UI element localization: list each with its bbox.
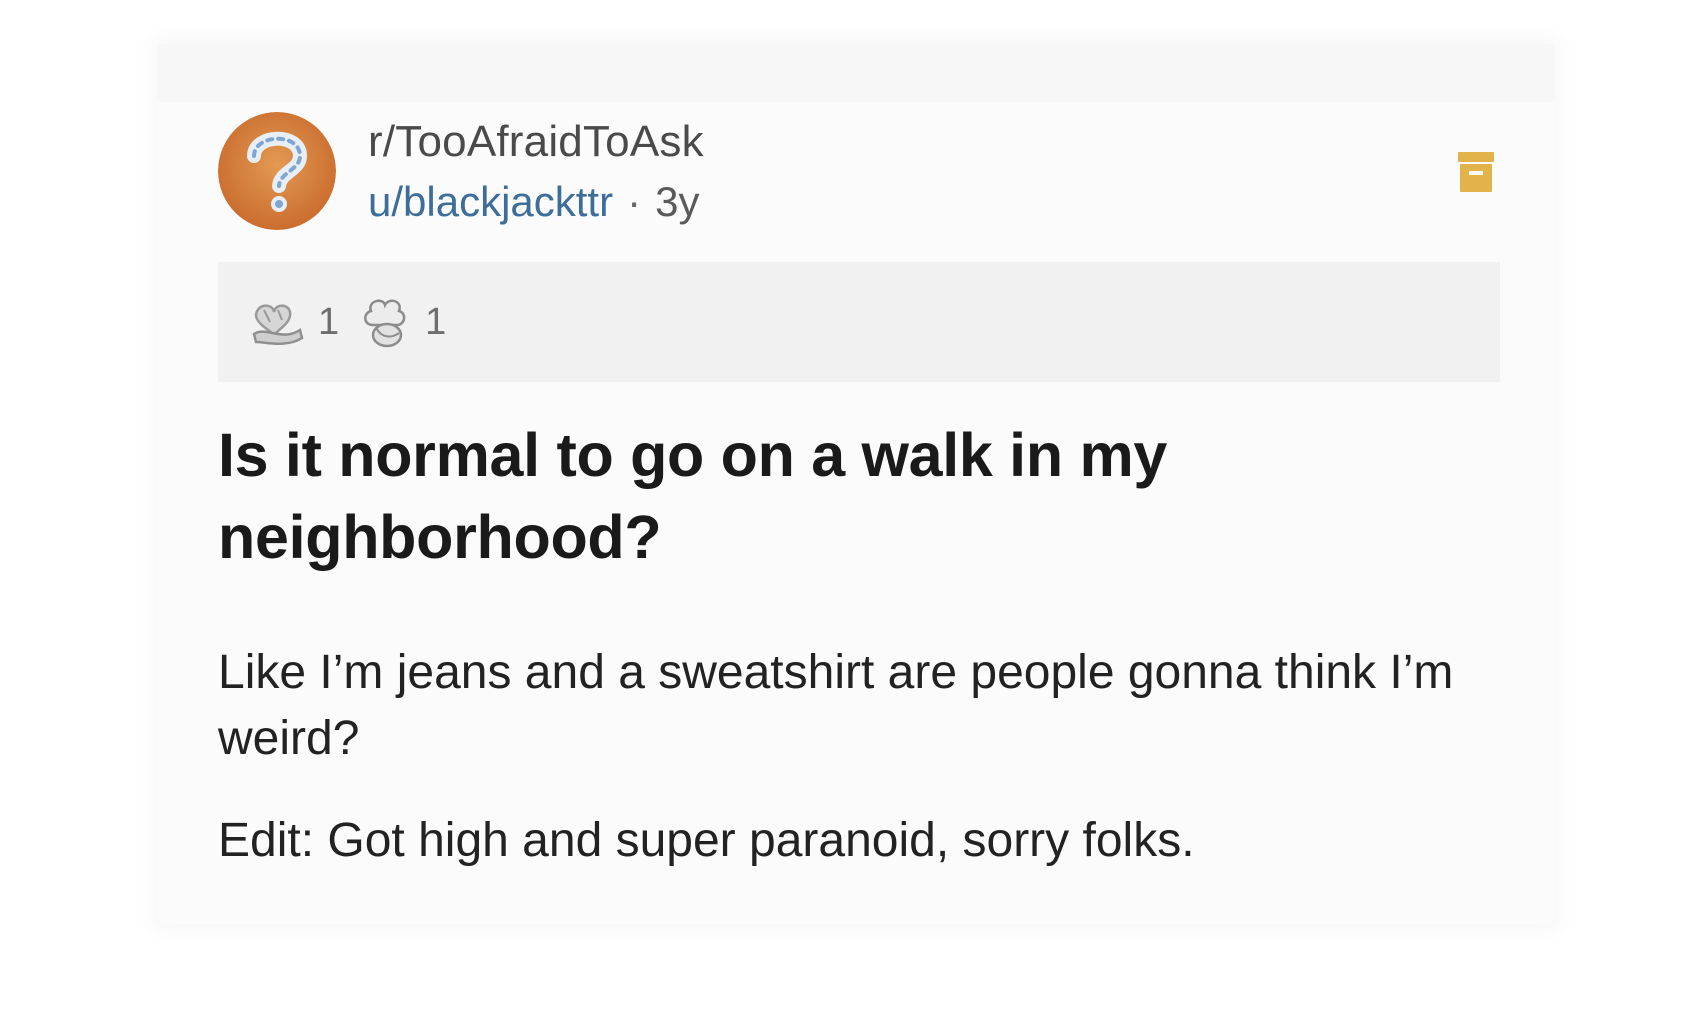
author-line: u/blackjackttr · 3y	[368, 174, 704, 230]
award-item[interactable]: 1	[355, 293, 446, 351]
meta-separator: ·	[627, 178, 642, 225]
post-edit-paragraph: Edit: Got high and super paranoid, sorry…	[218, 814, 1195, 867]
post-card: r/TooAfraidToAsk u/blackjackttr · 3y 1 1…	[158, 44, 1554, 924]
awards-bar: 1 1	[218, 262, 1500, 382]
card-top-band	[158, 44, 1554, 102]
archive-box-icon[interactable]	[1456, 150, 1496, 194]
award-item[interactable]: 1	[248, 296, 339, 348]
username-link[interactable]: u/blackjackttr	[368, 178, 613, 225]
post-title[interactable]: Is it normal to go on a walk in my neigh…	[218, 414, 1518, 578]
subreddit-link[interactable]: r/TooAfraidToAsk	[368, 114, 704, 170]
award-count: 1	[425, 300, 447, 343]
subreddit-avatar-icon[interactable]	[218, 112, 336, 230]
thinking-brain-award-icon	[364, 299, 406, 348]
question-mark-avatar-icon	[218, 112, 336, 230]
post-meta: r/TooAfraidToAsk u/blackjackttr · 3y	[368, 114, 704, 230]
archive-icon	[1458, 152, 1494, 192]
award-count: 1	[318, 300, 340, 343]
post-body-paragraph: Like I’m jeans and a sweatshirt are peop…	[218, 646, 1454, 765]
heart-hands-award-icon	[252, 304, 304, 345]
post-age: 3y	[655, 178, 700, 225]
